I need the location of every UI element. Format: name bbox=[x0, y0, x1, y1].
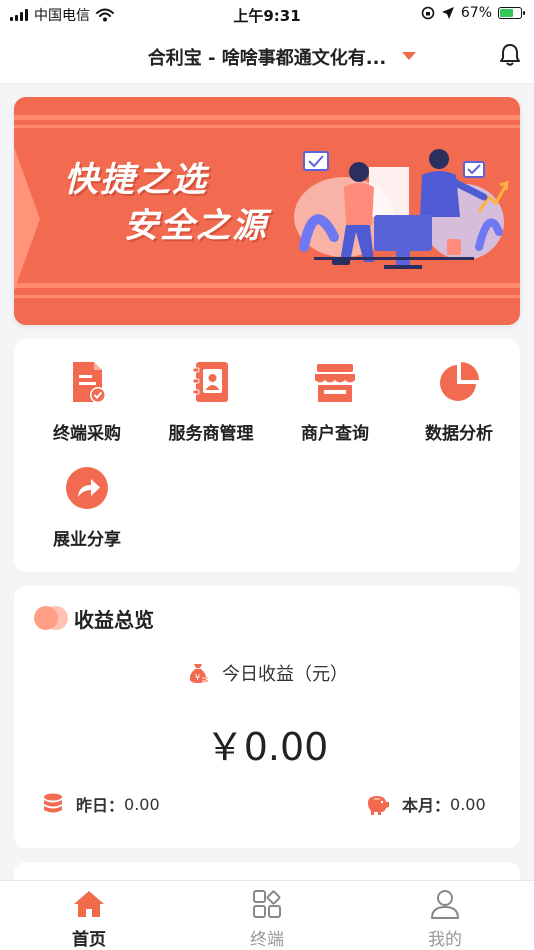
today-earnings-amount: ￥0.00 bbox=[205, 725, 329, 769]
banner-stripe bbox=[14, 295, 520, 298]
menu-item-data-analysis[interactable]: 数据分析 bbox=[396, 359, 522, 444]
document-check-icon bbox=[73, 362, 106, 403]
yesterday-earnings: 昨日： 0.00 bbox=[42, 792, 160, 816]
banner-slogan: 快捷之选 安全之源 bbox=[64, 157, 268, 249]
today-earnings-label: 今日收益（元） bbox=[222, 664, 348, 685]
battery-percent: 67% bbox=[460, 5, 492, 21]
menu-label: 服务商管理 bbox=[168, 424, 254, 444]
coin-stack-icon bbox=[44, 793, 62, 813]
battery-icon bbox=[498, 7, 525, 19]
pie-chart-icon bbox=[440, 362, 479, 401]
earnings-overview: 收益总览 ¥ 今日收益（元） ￥0.00 昨日： 0.00 本月： 0.00 bbox=[14, 586, 520, 848]
tab-label: 终端 bbox=[250, 930, 284, 950]
menu-label: 终端采购 bbox=[53, 424, 121, 444]
month-earnings: 本月： 0.00 bbox=[364, 792, 486, 816]
status-bar: 中国电信 上午9:31 67% bbox=[0, 0, 534, 30]
month-value: 0.00 bbox=[450, 794, 486, 814]
banner-stripe bbox=[14, 125, 520, 128]
tab-label: 我的 bbox=[428, 930, 462, 950]
yesterday-label: 昨日： bbox=[76, 796, 125, 815]
banner-illustration bbox=[294, 149, 509, 269]
tab-home[interactable]: 首页 bbox=[29, 889, 149, 950]
tab-terminal[interactable]: 终端 bbox=[207, 889, 327, 950]
tab-bar: 首页 终端 我的 bbox=[0, 880, 534, 950]
money-bag-icon: ¥ bbox=[189, 664, 208, 683]
home-icon bbox=[74, 891, 104, 917]
menu-item-merchant-query[interactable]: 商户查询 bbox=[272, 359, 398, 444]
tab-label: 首页 bbox=[72, 930, 106, 950]
tab-mine[interactable]: 我的 bbox=[385, 889, 505, 950]
menu-label: 数据分析 bbox=[425, 424, 493, 444]
section-dots-icon bbox=[34, 606, 68, 630]
nav-title-wrap[interactable]: 合利宝 - 啥啥事都通文化有... bbox=[0, 44, 534, 70]
menu-label: 展业分享 bbox=[53, 530, 121, 550]
menu-label: 商户查询 bbox=[301, 424, 369, 444]
month-label: 本月： bbox=[402, 796, 451, 815]
menu-item-service-provider[interactable]: 服务商管理 bbox=[148, 359, 274, 444]
merchant-title[interactable]: 合利宝 - 啥啥事都通文化有... bbox=[148, 44, 387, 70]
storefront-icon bbox=[315, 364, 355, 402]
piggy-bank-icon bbox=[368, 796, 389, 815]
rotation-lock-icon bbox=[421, 6, 435, 20]
share-arrow-icon bbox=[66, 467, 108, 509]
banner-arrow bbox=[14, 147, 40, 291]
function-menu: 终端采购 服务商管理 商户查询 数据分析 展业分享 bbox=[14, 339, 520, 572]
menu-item-share[interactable]: 展业分享 bbox=[24, 465, 150, 550]
nav-bar: 合利宝 - 啥啥事都通文化有... bbox=[0, 30, 534, 84]
contact-book-icon bbox=[192, 362, 228, 402]
svg-text:¥: ¥ bbox=[195, 673, 200, 682]
grid-icon bbox=[253, 890, 281, 918]
today-earnings-row: ¥ 今日收益（元） bbox=[14, 660, 520, 686]
promo-banner[interactable]: 快捷之选 安全之源 bbox=[14, 97, 520, 325]
banner-line-1: 快捷之选 bbox=[64, 160, 208, 200]
status-right: 67% bbox=[421, 5, 525, 21]
section-title: 收益总览 bbox=[74, 608, 154, 632]
bell-icon[interactable] bbox=[498, 42, 522, 68]
caret-down-icon[interactable] bbox=[402, 52, 416, 60]
user-icon bbox=[431, 890, 459, 919]
banner-stripe bbox=[14, 115, 520, 120]
location-icon bbox=[441, 7, 454, 19]
menu-item-terminal-purchase[interactable]: 终端采购 bbox=[24, 359, 150, 444]
yesterday-value: 0.00 bbox=[124, 794, 160, 814]
banner-line-2: 安全之源 bbox=[124, 206, 268, 246]
